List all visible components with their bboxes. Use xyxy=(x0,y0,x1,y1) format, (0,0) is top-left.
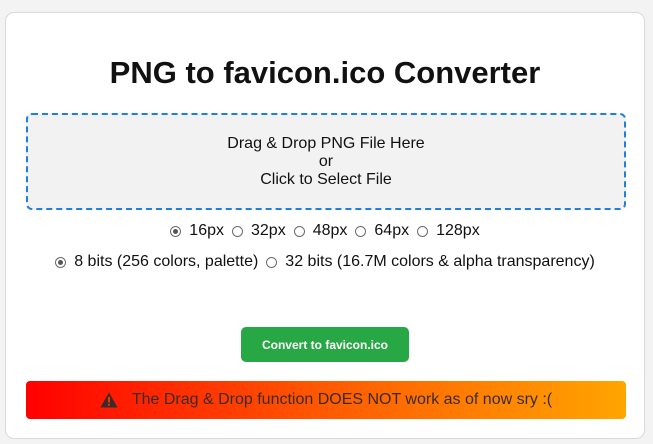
bits-option-8[interactable]: 8 bits (256 colors, palette) xyxy=(55,253,258,271)
bits-radio-32[interactable] xyxy=(266,256,278,268)
dropzone-drag-text: Drag & Drop PNG File Here xyxy=(227,135,425,152)
size-radio-32[interactable] xyxy=(232,225,243,237)
size-radio-128[interactable] xyxy=(417,225,429,237)
size-option-128[interactable]: 128px xyxy=(417,222,480,240)
size-radio-48[interactable] xyxy=(293,225,305,237)
bits-option-32[interactable]: 32 bits (16.7M colors & alpha transparen… xyxy=(266,253,595,271)
size-radio-16[interactable] xyxy=(170,225,182,237)
size-label-48: 48px xyxy=(312,222,348,239)
bits-label-32: 32 bits (16.7M colors & alpha transparen… xyxy=(285,253,595,270)
size-radio-64[interactable] xyxy=(355,225,367,237)
warning-triangle-icon xyxy=(100,392,118,408)
size-label-32: 32px xyxy=(251,222,286,239)
warning-text: The Drag & Drop function DOES NOT work a… xyxy=(131,391,553,408)
convert-button[interactable]: Convert to favicon.ico xyxy=(241,327,409,362)
page-title: PNG to favicon.ico Converter xyxy=(109,55,541,90)
size-label-16: 16px xyxy=(189,222,224,239)
bit-depth-options: 8 bits (256 colors, palette) 32 bits (16… xyxy=(6,253,644,271)
size-label-128: 128px xyxy=(436,222,480,239)
bits-radio-8[interactable] xyxy=(55,256,67,268)
warning-banner: The Drag & Drop function DOES NOT work a… xyxy=(26,381,626,419)
size-option-16[interactable]: 16px xyxy=(170,222,224,240)
size-label-64: 64px xyxy=(374,222,410,239)
file-dropzone[interactable]: Drag & Drop PNG File Here or Click to Se… xyxy=(26,113,626,210)
size-option-64[interactable]: 64px xyxy=(355,222,409,240)
dropzone-select-text: Click to Select File xyxy=(260,171,392,188)
converter-card: PNG to favicon.ico Converter Drag & Drop… xyxy=(5,12,645,439)
size-option-48[interactable]: 48px xyxy=(293,222,348,240)
size-option-32[interactable]: 32px xyxy=(232,222,286,240)
size-options: 16px 32px 48px 64px 128px xyxy=(6,222,644,240)
bits-label-8: 8 bits (256 colors, palette) xyxy=(74,253,259,270)
dropzone-or-text: or xyxy=(318,153,334,170)
